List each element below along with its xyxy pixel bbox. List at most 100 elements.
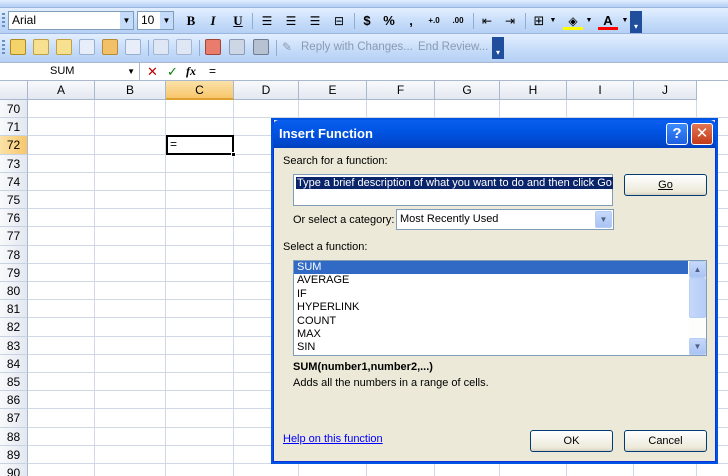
search-input[interactable]: Type a brief description of what you wan… — [293, 174, 613, 206]
borders-icon[interactable]: ⊞ — [529, 12, 549, 30]
chevron-down-icon[interactable]: ▼ — [595, 211, 612, 228]
chevron-down-icon[interactable]: ▼ — [120, 12, 133, 29]
active-cell[interactable]: = — [166, 135, 236, 157]
function-list-item[interactable]: IF — [294, 288, 688, 301]
row-header-77[interactable]: 77 — [0, 227, 28, 246]
insert-function-icon[interactable]: fx — [186, 63, 196, 80]
merge-center-icon[interactable]: ⊟ — [329, 12, 349, 30]
row-header-87[interactable]: 87 — [0, 409, 28, 428]
font-name-combo[interactable]: Arial ▼ — [8, 11, 134, 30]
column-header-i[interactable]: I — [567, 81, 634, 100]
row-header-72[interactable]: 72 — [0, 136, 28, 155]
row-header-85[interactable]: 85 — [0, 373, 28, 392]
column-header-c[interactable]: C — [166, 81, 234, 100]
select-all-corner[interactable] — [0, 81, 28, 100]
new-comment-icon[interactable] — [33, 39, 49, 55]
column-header-j[interactable]: J — [634, 81, 697, 100]
row-header-80[interactable]: 80 — [0, 282, 28, 301]
chevron-down-icon[interactable]: ▼ — [620, 12, 630, 30]
currency-button[interactable]: $ — [357, 12, 377, 30]
align-center-icon[interactable]: ☰ — [281, 12, 301, 30]
chevron-down-icon[interactable]: ▼ — [127, 63, 135, 80]
font-color-button[interactable]: A — [598, 12, 618, 30]
row-header-88[interactable]: 88 — [0, 427, 28, 446]
delete-comment-icon[interactable] — [176, 39, 192, 55]
bold-button[interactable]: B — [181, 12, 201, 30]
fill-color-icon[interactable]: ◈ — [563, 12, 583, 30]
function-list-item[interactable]: SUM — [294, 261, 688, 275]
create-task-icon[interactable] — [205, 39, 221, 55]
row-header-73[interactable]: 73 — [0, 154, 28, 173]
fill-handle[interactable] — [231, 152, 236, 157]
name-box[interactable]: SUM ▼ — [0, 63, 140, 80]
row-header-75[interactable]: 75 — [0, 191, 28, 210]
column-header-d[interactable]: D — [234, 81, 299, 100]
row-header-74[interactable]: 74 — [0, 172, 28, 191]
row-header-76[interactable]: 76 — [0, 209, 28, 228]
send-icon[interactable] — [253, 39, 269, 55]
row-header-79[interactable]: 79 — [0, 263, 28, 282]
column-header-h[interactable]: H — [500, 81, 567, 100]
help-on-function-link[interactable]: Help on this function — [283, 433, 383, 445]
cancel-entry-icon[interactable]: ✕ — [147, 63, 158, 80]
align-left-icon[interactable]: ☰ — [257, 12, 277, 30]
folder-icon[interactable] — [10, 39, 26, 55]
edit-comment-icon[interactable] — [56, 39, 72, 55]
column-header-a[interactable]: A — [28, 81, 95, 100]
close-button[interactable]: ✕ — [691, 123, 713, 145]
scroll-down-icon[interactable]: ▼ — [689, 338, 706, 355]
underline-button[interactable]: U — [228, 12, 248, 30]
reply-with-changes-button[interactable]: Reply with Changes... — [301, 41, 413, 53]
end-review-button[interactable]: End Review... — [418, 41, 488, 53]
function-list-item[interactable]: HYPERLINK — [294, 301, 688, 314]
category-select[interactable]: Most Recently Used ▼ — [396, 209, 614, 230]
row-header-82[interactable]: 82 — [0, 318, 28, 337]
row-header-83[interactable]: 83 — [0, 336, 28, 355]
toolbar-options-icon[interactable]: ▾ — [630, 11, 642, 33]
chevron-down-icon[interactable]: ▼ — [160, 12, 173, 29]
scrollbar-thumb[interactable] — [689, 278, 706, 318]
percent-button[interactable]: % — [379, 12, 399, 30]
italic-button[interactable]: I — [203, 12, 223, 30]
column-header-e[interactable]: E — [299, 81, 367, 100]
column-header-f[interactable]: F — [367, 81, 435, 100]
row-header-78[interactable]: 78 — [0, 245, 28, 264]
chevron-down-icon[interactable]: ▼ — [548, 12, 558, 30]
decrease-indent-icon[interactable]: ⇤ — [477, 12, 497, 30]
column-header-g[interactable]: G — [435, 81, 500, 100]
row-header-81[interactable]: 81 — [0, 300, 28, 319]
function-list-scrollbar[interactable]: ▲ ▼ — [689, 261, 706, 355]
function-list-item[interactable]: SIN — [294, 341, 688, 354]
update-file-icon[interactable] — [229, 39, 245, 55]
show-comment-icon[interactable] — [125, 39, 141, 55]
row-header-84[interactable]: 84 — [0, 354, 28, 373]
scroll-up-icon[interactable]: ▲ — [689, 261, 706, 278]
align-right-icon[interactable]: ☰ — [305, 12, 325, 30]
increase-indent-icon[interactable]: ⇥ — [500, 12, 520, 30]
decrease-decimal-button[interactable]: .00 — [448, 12, 468, 30]
next-comment-icon[interactable] — [102, 39, 118, 55]
cancel-button[interactable]: Cancel — [624, 430, 707, 452]
row-header-89[interactable]: 89 — [0, 445, 28, 464]
comma-style-button[interactable]: , — [401, 12, 421, 30]
toolbar-grip[interactable] — [2, 13, 5, 29]
dialog-title-bar[interactable]: Insert Function ? ✕ — [273, 120, 716, 148]
function-list-item[interactable]: AVERAGE — [294, 274, 688, 287]
enter-entry-icon[interactable]: ✓ — [167, 63, 178, 80]
increase-decimal-button[interactable]: +.0 — [424, 12, 444, 30]
row-header-90[interactable]: 90 — [0, 464, 28, 476]
chevron-down-icon[interactable]: ▼ — [584, 12, 594, 30]
function-list[interactable]: SUM AVERAGE IF HYPERLINK COUNT MAX SIN ▲ ▼ — [293, 260, 707, 356]
show-all-comments-icon[interactable] — [153, 39, 169, 55]
column-header-b[interactable]: B — [95, 81, 166, 100]
function-list-item[interactable]: MAX — [294, 328, 688, 341]
go-button[interactable]: Go — [624, 174, 707, 196]
row-header-70[interactable]: 70 — [0, 100, 28, 119]
formula-input[interactable]: = — [209, 63, 216, 80]
previous-comment-icon[interactable] — [79, 39, 95, 55]
toolbar-options-icon[interactable]: ▾ — [492, 37, 504, 59]
font-size-combo[interactable]: 10 ▼ — [137, 11, 174, 30]
function-list-item[interactable]: COUNT — [294, 315, 688, 328]
row-header-71[interactable]: 71 — [0, 118, 28, 137]
help-button[interactable]: ? — [666, 123, 688, 145]
